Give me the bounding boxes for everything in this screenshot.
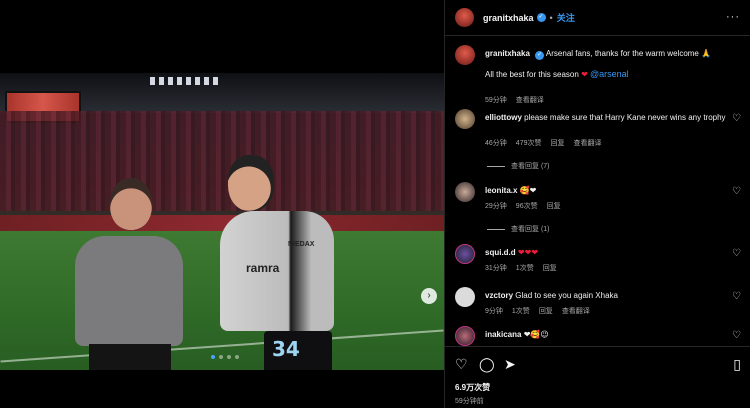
heart-icon[interactable]: ♡ bbox=[732, 330, 741, 341]
post-header: granitxhaka ✓ • 关注 ··· bbox=[445, 0, 750, 36]
translate-button[interactable]: 查看翻译 bbox=[562, 306, 590, 316]
comment-avatar[interactable] bbox=[455, 109, 475, 129]
person-left-head bbox=[110, 178, 152, 230]
comment-username[interactable]: leonita.x bbox=[485, 186, 517, 195]
comment-time: 46分钟 bbox=[485, 140, 507, 147]
comment-likes[interactable]: 479次赞 bbox=[516, 138, 542, 148]
kit-number: 34 bbox=[272, 337, 300, 361]
kit-badge: NIEDAX bbox=[288, 241, 315, 248]
verified-icon: ✓ bbox=[536, 13, 546, 22]
comment-icon[interactable]: ◯ bbox=[479, 356, 495, 373]
heart-icon[interactable]: ♡ bbox=[455, 356, 468, 373]
post-media: NIEDAX ramra 34 › bbox=[0, 0, 444, 408]
comment-text: 🥰❤ bbox=[519, 186, 537, 195]
author-username[interactable]: granitxhaka bbox=[483, 13, 534, 23]
comment-username[interactable]: squi.d.d bbox=[485, 248, 516, 257]
carousel-dots bbox=[211, 355, 239, 359]
heart-icon[interactable]: ♡ bbox=[732, 248, 741, 259]
carousel-dot[interactable] bbox=[211, 355, 215, 359]
carousel-next-button[interactable]: › bbox=[421, 288, 437, 304]
comment-likes[interactable]: 96次赞 bbox=[516, 201, 538, 211]
replies-line bbox=[487, 165, 505, 167]
comment-likes[interactable]: 1次赞 bbox=[512, 306, 530, 316]
view-replies[interactable]: 查看回复 (1) bbox=[487, 224, 550, 234]
carousel-dot[interactable] bbox=[235, 355, 239, 359]
heart-icon[interactable]: ♡ bbox=[732, 113, 741, 124]
caption-time: 59分钟 bbox=[485, 97, 507, 104]
caption-mention[interactable]: @arsenal bbox=[590, 69, 629, 79]
author-avatar[interactable] bbox=[455, 8, 474, 27]
person-right: NIEDAX ramra 34 bbox=[220, 155, 338, 370]
post-photo[interactable]: NIEDAX ramra 34 › bbox=[0, 73, 444, 370]
heart-icon[interactable]: ♡ bbox=[732, 186, 741, 197]
person-left-sweater bbox=[75, 236, 183, 346]
bookmark-icon[interactable]: ▯ bbox=[733, 356, 741, 373]
comment-username[interactable]: elliottowy bbox=[485, 113, 522, 122]
floodlights bbox=[150, 77, 220, 85]
caption-avatar[interactable] bbox=[455, 45, 475, 65]
reply-button[interactable]: 回复 bbox=[539, 306, 553, 316]
comment-time: 29分钟 bbox=[485, 203, 507, 210]
comment-likes[interactable]: 1次赞 bbox=[516, 263, 534, 273]
comment-avatar[interactable] bbox=[455, 287, 475, 307]
separator-dot: • bbox=[549, 12, 553, 23]
kit-sponsor: ramra bbox=[246, 261, 280, 275]
heart-emoji: ❤ bbox=[581, 70, 588, 79]
post-side-panel: granitxhaka ✓ • 关注 ··· granitxhaka ✓ Ars… bbox=[444, 0, 750, 408]
carousel-dot[interactable] bbox=[227, 355, 231, 359]
reply-button[interactable]: 回复 bbox=[543, 263, 557, 273]
follow-button[interactable]: 关注 bbox=[557, 11, 575, 24]
heart-icon[interactable]: ♡ bbox=[732, 291, 741, 302]
post-actions: ♡ ◯ ➤ ▯ 6.9万次赞 59分钟前 bbox=[445, 346, 750, 408]
comment-avatar[interactable] bbox=[455, 182, 475, 202]
person-left-trousers bbox=[89, 344, 171, 370]
comment-text: please make sure that Harry Kane never w… bbox=[524, 113, 726, 122]
person-left bbox=[75, 178, 185, 370]
chevron-right-icon: › bbox=[427, 290, 431, 301]
comment-text: Glad to see you again Xhaka bbox=[515, 291, 618, 300]
comment-text: ❤❤❤ bbox=[517, 248, 539, 257]
caption-text: Arsenal fans, thanks for the warm welcom… bbox=[545, 49, 712, 58]
view-replies[interactable]: 查看回复 (7) bbox=[487, 161, 550, 171]
comment-list: granitxhaka ✓ Arsenal fans, thanks for t… bbox=[445, 36, 750, 346]
comment-username[interactable]: vzctory bbox=[485, 291, 513, 300]
reply-button[interactable]: 回复 bbox=[547, 201, 561, 211]
comment-time: 9分钟 bbox=[485, 308, 503, 315]
like-count[interactable]: 6.9万次赞 bbox=[455, 382, 490, 393]
replies-line bbox=[487, 228, 505, 230]
comment-time: 31分钟 bbox=[485, 265, 507, 272]
person-right-head bbox=[228, 155, 274, 211]
comment-avatar[interactable] bbox=[455, 244, 475, 264]
translate-button[interactable]: 查看翻译 bbox=[573, 138, 601, 148]
reply-button[interactable]: 回复 bbox=[550, 138, 564, 148]
comment-text: ❤🥰😉 bbox=[523, 330, 549, 339]
carousel-dot[interactable] bbox=[219, 355, 223, 359]
caption-translate[interactable]: 查看翻译 bbox=[516, 95, 544, 105]
post-time: 59分钟前 bbox=[455, 398, 484, 405]
comment-username[interactable]: inakicana bbox=[485, 330, 521, 339]
comment-avatar[interactable] bbox=[455, 326, 475, 346]
caption-text-2: All the best for this season bbox=[485, 70, 579, 79]
more-icon[interactable]: ··· bbox=[726, 11, 740, 23]
share-icon[interactable]: ➤ bbox=[504, 356, 516, 373]
caption-username[interactable]: granitxhaka bbox=[485, 49, 530, 58]
verified-icon: ✓ bbox=[535, 51, 545, 60]
